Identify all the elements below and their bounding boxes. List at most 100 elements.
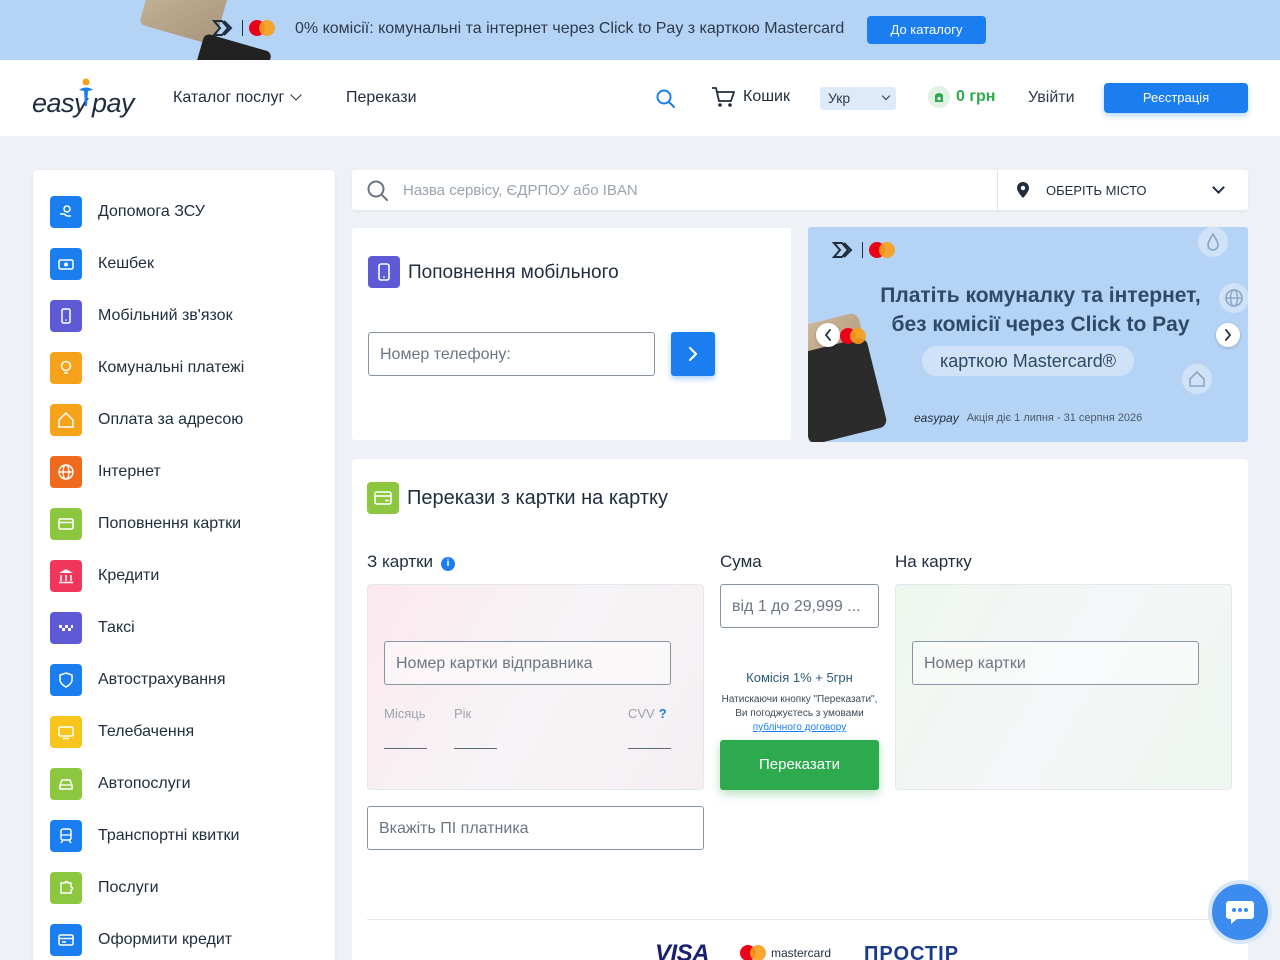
sidebar-item[interactable]: Послуги <box>50 872 159 904</box>
recipient-card-form: Номер картки <box>895 584 1232 790</box>
promo-carousel[interactable]: Платіть комуналку та інтернет, без коміс… <box>808 227 1248 442</box>
card-plus-icon <box>50 508 82 540</box>
sender-card-number-input[interactable]: Номер картки відправника <box>384 641 671 685</box>
sidebar-item[interactable]: Оформити кредит <box>50 924 232 956</box>
terms-notice: Натискаючи кнопку "Переказати", Ви погод… <box>721 694 878 719</box>
phone-number-input[interactable]: Номер телефону: <box>368 332 655 376</box>
nav-transfers[interactable]: Перекази <box>346 89 417 107</box>
transfer-button[interactable]: Переказати <box>720 740 879 790</box>
card-image <box>193 33 273 60</box>
search-icon <box>367 180 388 201</box>
sidebar-item-label: Оплата за адресою <box>98 411 244 428</box>
phone-icon <box>50 300 82 332</box>
promo-banner[interactable]: 0% комісії: комунальні та інтернет через… <box>0 0 1280 60</box>
banner-footer: easypay Акція діє 1 липня - 31 серпня 20… <box>914 411 1142 425</box>
language-select[interactable]: Укр <box>820 87 896 110</box>
mobile-topup-card: Поповнення мобільного Номер телефону: <box>352 228 791 440</box>
carousel-prev-button[interactable] <box>816 323 840 347</box>
sidebar-item[interactable]: Кредити <box>50 560 159 592</box>
sidebar-item[interactable]: Автопослуги <box>50 768 191 800</box>
payer-name-input[interactable]: Вкажіть ПІ платника <box>367 806 704 850</box>
sidebar-item[interactable]: Оплата за адресою <box>50 404 243 436</box>
sidebar-item-label: Допомога ЗСУ <box>98 203 205 220</box>
mastercard-icon <box>249 20 275 36</box>
cart-icon <box>712 87 735 107</box>
cvv-label: CVV? <box>628 706 667 721</box>
public-contract-link[interactable]: публічного договору <box>716 721 883 735</box>
from-card-label: З картки <box>367 552 434 571</box>
help-icon[interactable]: ? <box>659 706 667 721</box>
sidebar-item[interactable]: Допомога ЗСУ <box>50 196 205 228</box>
login-link[interactable]: Увійти <box>1028 89 1075 107</box>
sidebar-item[interactable]: Кешбек <box>50 248 154 280</box>
puzzle-icon <box>50 872 82 904</box>
visa-logo: VISA <box>655 940 710 960</box>
sidebar-item[interactable]: Таксі <box>50 612 135 644</box>
sidebar-item[interactable]: Мобільний зв'язок <box>50 300 233 332</box>
sidebar-item-label: Таксі <box>98 619 135 636</box>
sidebar-item[interactable]: Поповнення картки <box>50 508 241 540</box>
sidebar-item-label: Автострахування <box>98 671 226 688</box>
chat-button[interactable] <box>1208 880 1272 944</box>
catalog-button[interactable]: До каталогу <box>867 16 986 44</box>
chevron-right-icon <box>688 346 698 362</box>
cart-button[interactable]: Кошик <box>711 86 790 108</box>
register-button[interactable]: Реєстрація <box>1104 83 1248 113</box>
sidebar-item[interactable]: Інтернет <box>50 456 161 488</box>
phone-icon <box>368 256 400 288</box>
tv-icon <box>50 716 82 748</box>
cvv-input[interactable] <box>628 748 671 749</box>
transfer-title: Перекази з картки на картку <box>407 487 668 509</box>
banner-headline-line-2: без комісії через Click to Pay <box>891 313 1190 336</box>
sidebar-item[interactable]: Комунальні платежі <box>50 352 244 384</box>
cvv-text: CVV <box>628 706 655 721</box>
taxi-icon <box>50 612 82 644</box>
water-drop-icon <box>1198 227 1228 257</box>
recipient-card-number-input[interactable]: Номер картки <box>912 641 1199 685</box>
cash-icon <box>50 248 82 280</box>
click-to-pay-logo <box>212 19 275 37</box>
sidebar-item[interactable]: Транспортні квитки <box>50 820 239 852</box>
nav-catalog[interactable]: Каталог послуг <box>173 89 303 107</box>
banner-headline-line-1: Платіть комуналку та інтернет, <box>880 284 1201 307</box>
language-value: Укр <box>828 90 851 106</box>
chevron-down-icon <box>290 89 303 101</box>
click-to-pay-logo <box>832 241 895 259</box>
click-to-pay-icon <box>832 242 853 258</box>
banner-headline: Платіть комуналку та інтернет, без коміс… <box>848 281 1233 339</box>
sidebar-item-label: Поповнення картки <box>98 515 242 532</box>
city-select[interactable]: ОБЕРІТЬ МІСТО <box>1046 183 1147 198</box>
sidebar-item[interactable]: Телебачення <box>50 716 194 748</box>
mobile-topup-title: Поповнення мобільного <box>408 262 619 283</box>
topup-submit-button[interactable] <box>671 332 715 376</box>
amount-input[interactable]: від 1 до 29,999 ... <box>720 584 879 628</box>
info-icon[interactable]: i <box>441 557 456 571</box>
sidebar-item[interactable]: Автострахування <box>50 664 226 696</box>
easypay-logo[interactable]: easy pay <box>32 78 135 122</box>
sidebar-item-label: Кредити <box>98 567 160 584</box>
from-card-heading: З картки i <box>367 552 456 572</box>
bulb-icon <box>50 352 82 384</box>
search-input[interactable]: Назва сервісу, ЄДРПОУ або IBAN <box>403 182 638 199</box>
click-to-pay-icon <box>212 20 233 36</box>
sidebar-item-label: Мобільний зв'язок <box>98 307 233 324</box>
chevron-down-icon <box>881 91 891 101</box>
year-input[interactable] <box>454 748 497 749</box>
nav-catalog-label: Каталог послуг <box>173 89 285 106</box>
carousel-next-button[interactable] <box>1216 323 1240 347</box>
search-icon[interactable] <box>656 89 676 109</box>
sum-heading: Сума <box>720 552 762 571</box>
globe-icon <box>50 456 82 488</box>
prostir-logo: ПРОСТІР <box>864 943 960 960</box>
mastercard-icon <box>869 242 895 258</box>
chevron-right-icon <box>1225 329 1232 341</box>
month-input[interactable] <box>384 748 427 749</box>
wallet-balance[interactable]: 0 грн <box>928 86 995 108</box>
sidebar-item-label: Оформити кредит <box>98 931 233 948</box>
balance-amount: 0 грн <box>956 88 996 105</box>
credit-card-icon <box>50 924 82 956</box>
bank-icon <box>50 560 82 592</box>
promo-dates: Акція діє 1 липня - 31 серпня 2026 <box>966 412 1143 424</box>
chevron-down-icon[interactable] <box>1212 181 1225 194</box>
car-icon <box>50 768 82 800</box>
